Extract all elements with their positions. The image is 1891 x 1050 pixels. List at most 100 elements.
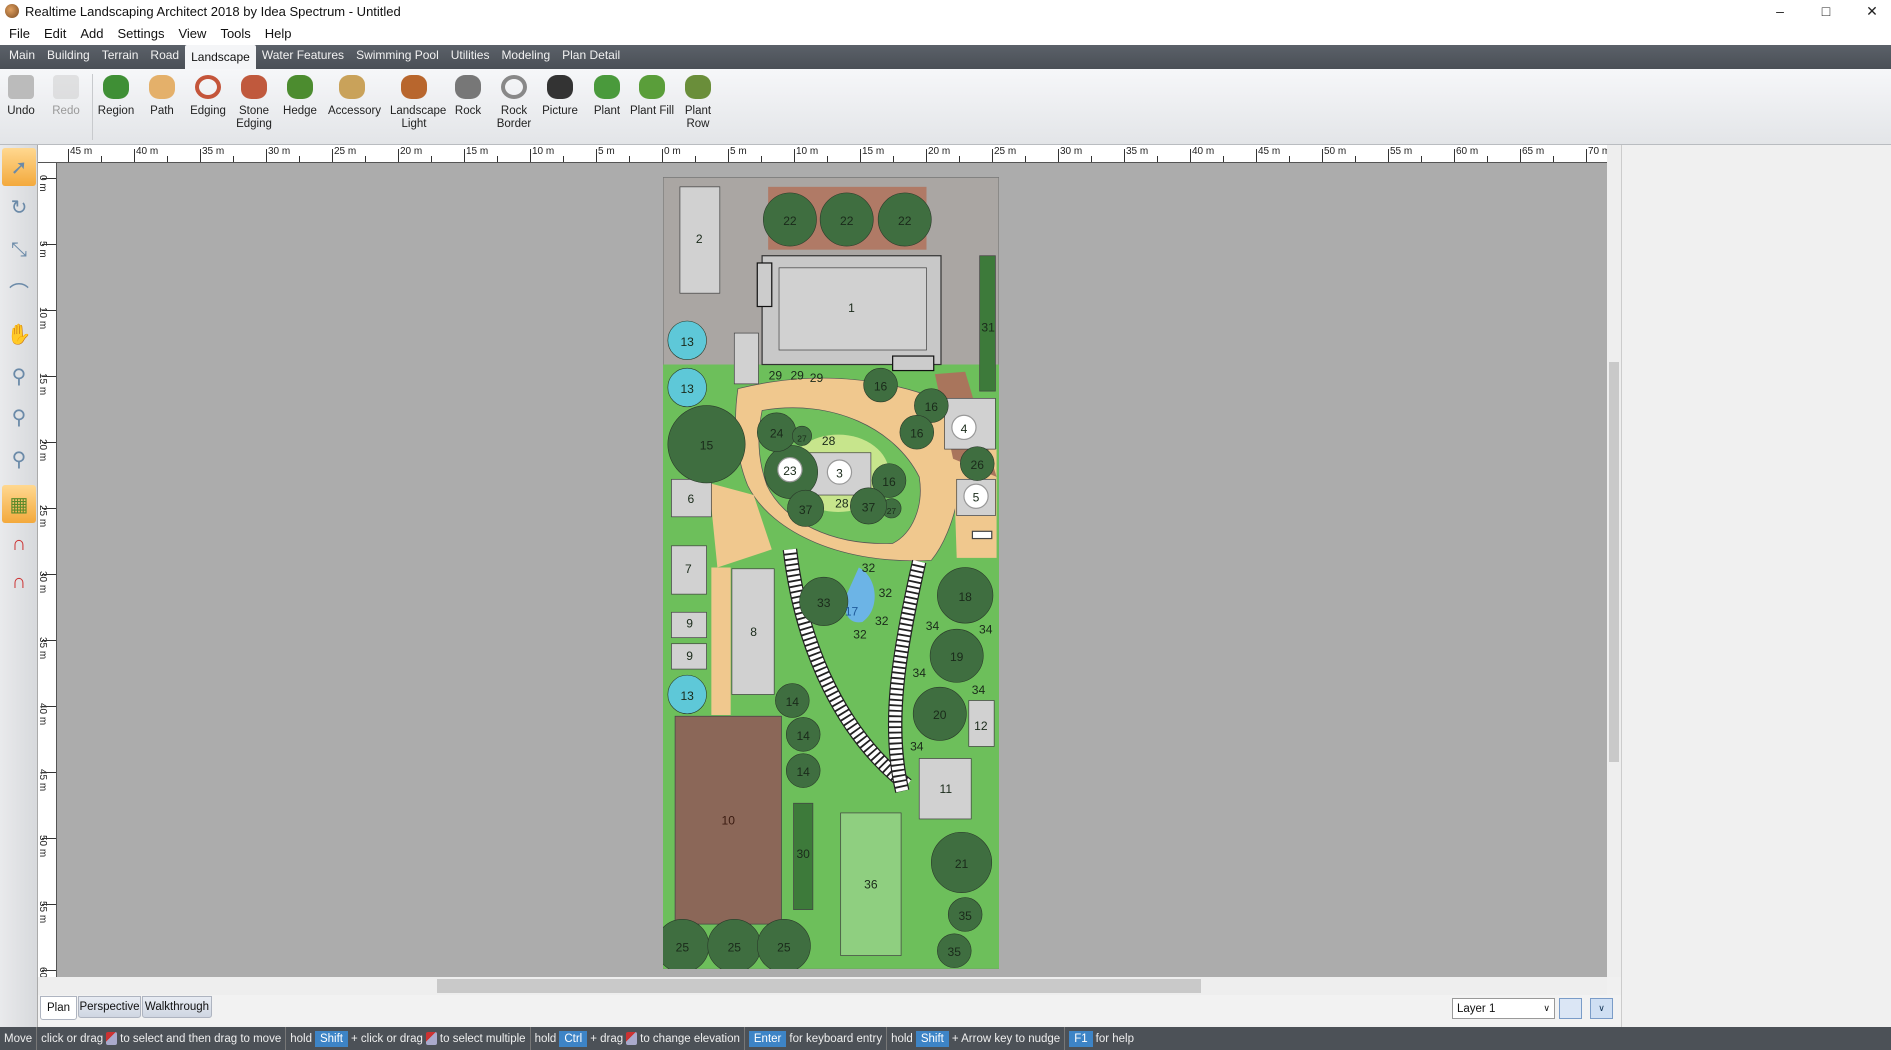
tab-utilities[interactable]: Utilities: [445, 45, 496, 69]
menu-add[interactable]: Add: [73, 26, 110, 41]
key-badge: Ctrl: [559, 1030, 588, 1047]
rock-button[interactable]: Rock: [444, 72, 492, 118]
steps[interactable]: [756, 262, 773, 308]
resize-tool[interactable]: ⤡: [2, 231, 36, 269]
tab-swimming-pool[interactable]: Swimming Pool: [350, 45, 445, 69]
snap-magnet-tool[interactable]: ∩: [2, 525, 36, 563]
ruler-tick: [42, 178, 56, 179]
plan-label: 20: [933, 708, 947, 722]
steps[interactable]: [892, 355, 935, 372]
plant-button[interactable]: Plant: [583, 72, 631, 118]
ruler-tick: [42, 376, 56, 377]
status-text: to select and then drag to move: [120, 1032, 282, 1045]
ruler-tick: [42, 442, 56, 443]
hedge-button[interactable]: Hedge: [276, 72, 324, 118]
tab-building[interactable]: Building: [41, 45, 96, 69]
grid-tool[interactable]: ▦: [2, 485, 36, 523]
status-bar: Move click or drag to select and then dra…: [0, 1027, 1891, 1050]
tool-label: Rock Border: [496, 105, 532, 130]
layer-edit-button[interactable]: [1559, 998, 1582, 1019]
zoom-window-tool[interactable]: ⚲: [2, 440, 36, 478]
accessory-button[interactable]: Accessory: [328, 72, 381, 118]
edging-button[interactable]: Edging: [184, 72, 232, 118]
plant-row-button[interactable]: Plant Row: [674, 72, 722, 131]
tab-road[interactable]: Road: [144, 45, 185, 69]
picture-button[interactable]: Picture: [536, 72, 584, 118]
ruler-tick: [662, 149, 663, 162]
ruler-tick: [1520, 149, 1521, 162]
layer-dropdown-button[interactable]: ∨: [1590, 998, 1613, 1019]
tab-water-features[interactable]: Water Features: [256, 45, 350, 69]
plant-icon: [591, 72, 623, 102]
ruler-label: 30 m: [268, 146, 291, 157]
zoom-extents-tool[interactable]: ⚲: [2, 398, 36, 436]
landscape-light-button[interactable]: Landscape Light: [390, 72, 446, 131]
toolbar-divider: [92, 74, 93, 140]
tab-modeling[interactable]: Modeling: [495, 45, 556, 69]
plan-label: 32: [853, 627, 867, 641]
path-button[interactable]: Path: [138, 72, 186, 118]
redo-button[interactable]: Redo: [42, 72, 90, 118]
plan-label: 25: [676, 940, 690, 954]
site-plan[interactable]: 1234567899101112131313 141414151616161617…: [663, 177, 999, 969]
tab-plan[interactable]: Plan: [40, 996, 77, 1020]
ruler-label: 20 m: [928, 146, 951, 157]
arc-tool[interactable]: ⌒: [2, 272, 36, 310]
tool-label: Path: [150, 105, 174, 117]
tool-label: Edging: [190, 105, 226, 117]
minimize-button[interactable]: –: [1757, 0, 1803, 22]
menu-tools[interactable]: Tools: [213, 26, 257, 41]
tab-walkthrough[interactable]: Walkthrough: [142, 996, 212, 1018]
menu-edit[interactable]: Edit: [37, 26, 73, 41]
tool-label: Plant Fill: [629, 105, 675, 117]
menu-help[interactable]: Help: [258, 26, 299, 41]
undo-button[interactable]: Undo: [0, 72, 45, 118]
plan-label: 5: [973, 491, 980, 505]
plant-fill-icon: [636, 72, 668, 102]
pan-hand-tool[interactable]: ✋: [2, 315, 36, 353]
ruler-tick: [42, 640, 56, 641]
ruler-tick: [530, 149, 531, 162]
rotate-tool[interactable]: ↻: [2, 188, 36, 226]
tab-main[interactable]: Main: [3, 45, 41, 69]
tab-terrain[interactable]: Terrain: [96, 45, 145, 69]
plan-label: 25: [777, 940, 791, 954]
plant-fill-button[interactable]: Plant Fill: [628, 72, 676, 118]
mouse-icon: [106, 1032, 118, 1045]
menu-view[interactable]: View: [171, 26, 213, 41]
mouse-icon: [626, 1032, 638, 1045]
select-arrow-tool[interactable]: ➚: [2, 148, 36, 186]
ruler-tick: [233, 156, 234, 162]
undo-icon: [5, 72, 37, 102]
plan-structure[interactable]: [733, 332, 759, 385]
menu-settings[interactable]: Settings: [111, 26, 172, 41]
plan-label: 28: [822, 434, 836, 448]
status-text: to change elevation: [640, 1032, 740, 1045]
tab-perspective[interactable]: Perspective: [78, 996, 141, 1018]
ruler-tick: [42, 244, 56, 245]
ruler-label: 5 m: [730, 146, 747, 157]
layer-select[interactable]: Layer 1 ∨: [1452, 998, 1555, 1019]
plan-label: 8: [750, 625, 757, 639]
stone-edging-button[interactable]: Stone Edging: [230, 72, 278, 131]
tab-plan-detail[interactable]: Plan Detail: [556, 45, 626, 69]
rock-border-button[interactable]: Rock Border: [490, 72, 538, 131]
maximize-button[interactable]: □: [1803, 0, 1849, 22]
status-text: to select multiple: [439, 1032, 526, 1045]
tab-landscape[interactable]: Landscape: [185, 45, 256, 69]
region-button[interactable]: Region: [92, 72, 140, 118]
horizontal-scroll-thumb[interactable]: [437, 979, 1201, 993]
plan-canvas[interactable]: 1 2 3 4 5 6 7 8 9 9 10 11 12 13 13 13 14 14 14 15 16 16 16 16 17…: [57, 163, 1607, 977]
close-button[interactable]: ✕: [1849, 0, 1891, 22]
landscape-light-icon: [398, 72, 430, 102]
zoom-tool[interactable]: ⚲: [2, 357, 36, 395]
plan-label: 16: [874, 379, 888, 393]
vertical-scroll-thumb[interactable]: [1609, 362, 1619, 762]
bench[interactable]: [971, 530, 993, 540]
snap-options-tool[interactable]: ∩: [2, 563, 36, 601]
ruler-tick: [431, 156, 432, 162]
menu-file[interactable]: File: [2, 26, 37, 41]
select-arrow-icon: ➚: [10, 156, 28, 179]
plan-label: 34: [979, 622, 993, 636]
tool-label: Redo: [52, 105, 80, 117]
